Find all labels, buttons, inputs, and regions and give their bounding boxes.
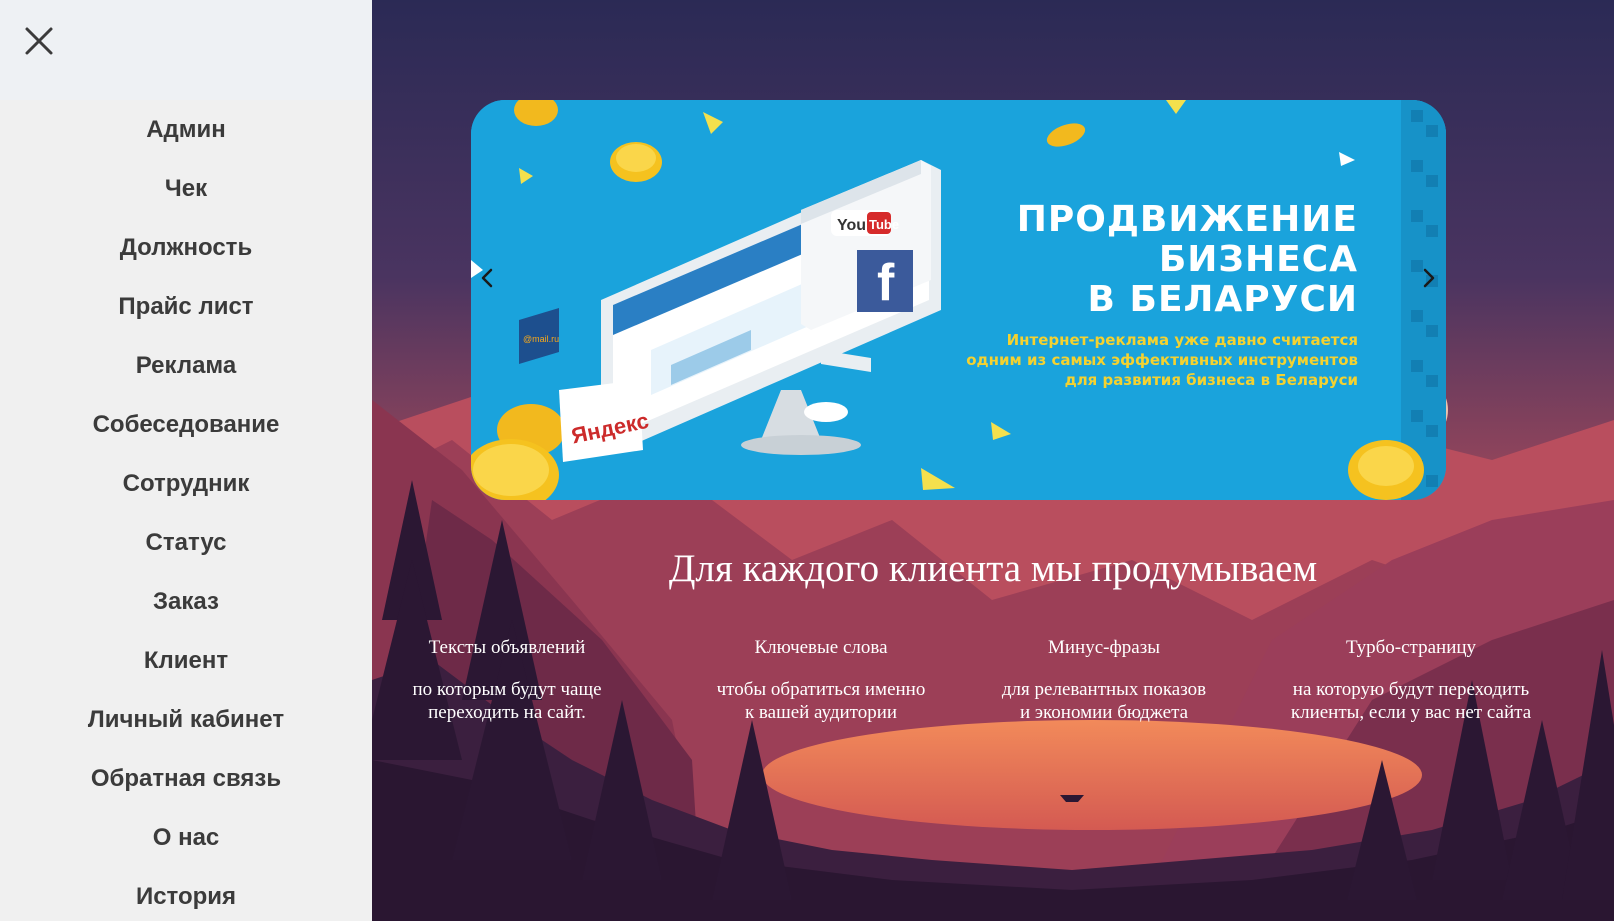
menu-item-price-list[interactable]: Прайс лист: [0, 277, 372, 336]
menu-item-employee[interactable]: Сотрудник: [0, 454, 372, 513]
feature-negative-phrases: Минус-фразы для релевантных показов и эк…: [959, 636, 1249, 724]
feature-keywords: Ключевые слова чтобы обратиться именно к…: [676, 636, 966, 724]
mailru-logo: @mail.ru: [523, 334, 559, 344]
feature-title: Тексты объявлений: [428, 637, 586, 658]
feature-ad-texts: Тексты объявлений по которым будут чаще …: [362, 636, 652, 724]
menu-item-advertising[interactable]: Реклама: [0, 336, 372, 395]
sidebar-menu: Админ Чек Должность Прайс лист Реклама С…: [0, 100, 372, 921]
chevron-left-icon[interactable]: [471, 250, 501, 306]
chevron-right-icon[interactable]: [1415, 250, 1445, 306]
menu-item-account[interactable]: Личный кабинет: [0, 690, 372, 749]
promo-carousel: You Tube f @mail.ru Яндекс ПРОДВИЖЕНИЕ Б…: [471, 100, 1446, 500]
sidebar-header: [0, 0, 372, 100]
feature-text: по которым будут чаще переходить на сайт…: [412, 679, 602, 723]
menu-item-history[interactable]: История: [0, 867, 372, 921]
sidebar: Админ Чек Должность Прайс лист Реклама С…: [0, 0, 372, 921]
feature-title: Минус-фразы: [1047, 637, 1160, 658]
menu-item-check[interactable]: Чек: [0, 159, 372, 218]
section-headline: Для каждого клиента мы продумываем: [668, 547, 1318, 590]
svg-text:Tube: Tube: [869, 217, 899, 232]
feature-text: чтобы обратиться именно к вашей аудитори…: [716, 679, 926, 723]
feature-text: на которую будут переходить клиенты, есл…: [1290, 679, 1532, 723]
menu-item-order[interactable]: Заказ: [0, 572, 372, 631]
feature-text: для релевантных показов и экономии бюдже…: [1001, 679, 1207, 723]
feature-title: Ключевые слова: [754, 637, 888, 658]
feature-title: Турбо-страницу: [1345, 637, 1477, 658]
banner-subtitle: Интернет-реклама уже давно считается одн…: [966, 331, 1358, 389]
youtube-logo: You: [837, 217, 866, 234]
menu-item-about[interactable]: О нас: [0, 808, 372, 867]
menu-item-status[interactable]: Статус: [0, 513, 372, 572]
facebook-logo: f: [877, 254, 895, 312]
menu-item-client[interactable]: Клиент: [0, 631, 372, 690]
close-icon[interactable]: [22, 24, 56, 58]
feature-turbo-page: Турбо-страницу на которую будут переходи…: [1266, 636, 1556, 724]
page: Админ Чек Должность Прайс лист Реклама С…: [0, 0, 1614, 921]
menu-item-admin[interactable]: Админ: [0, 100, 372, 159]
menu-item-interview[interactable]: Собеседование: [0, 395, 372, 454]
menu-item-position[interactable]: Должность: [0, 218, 372, 277]
banner-title: ПРОДВИЖЕНИЕ БИЗНЕСА В БЕЛАРУСИ: [1016, 199, 1358, 320]
menu-item-feedback[interactable]: Обратная связь: [0, 749, 372, 808]
